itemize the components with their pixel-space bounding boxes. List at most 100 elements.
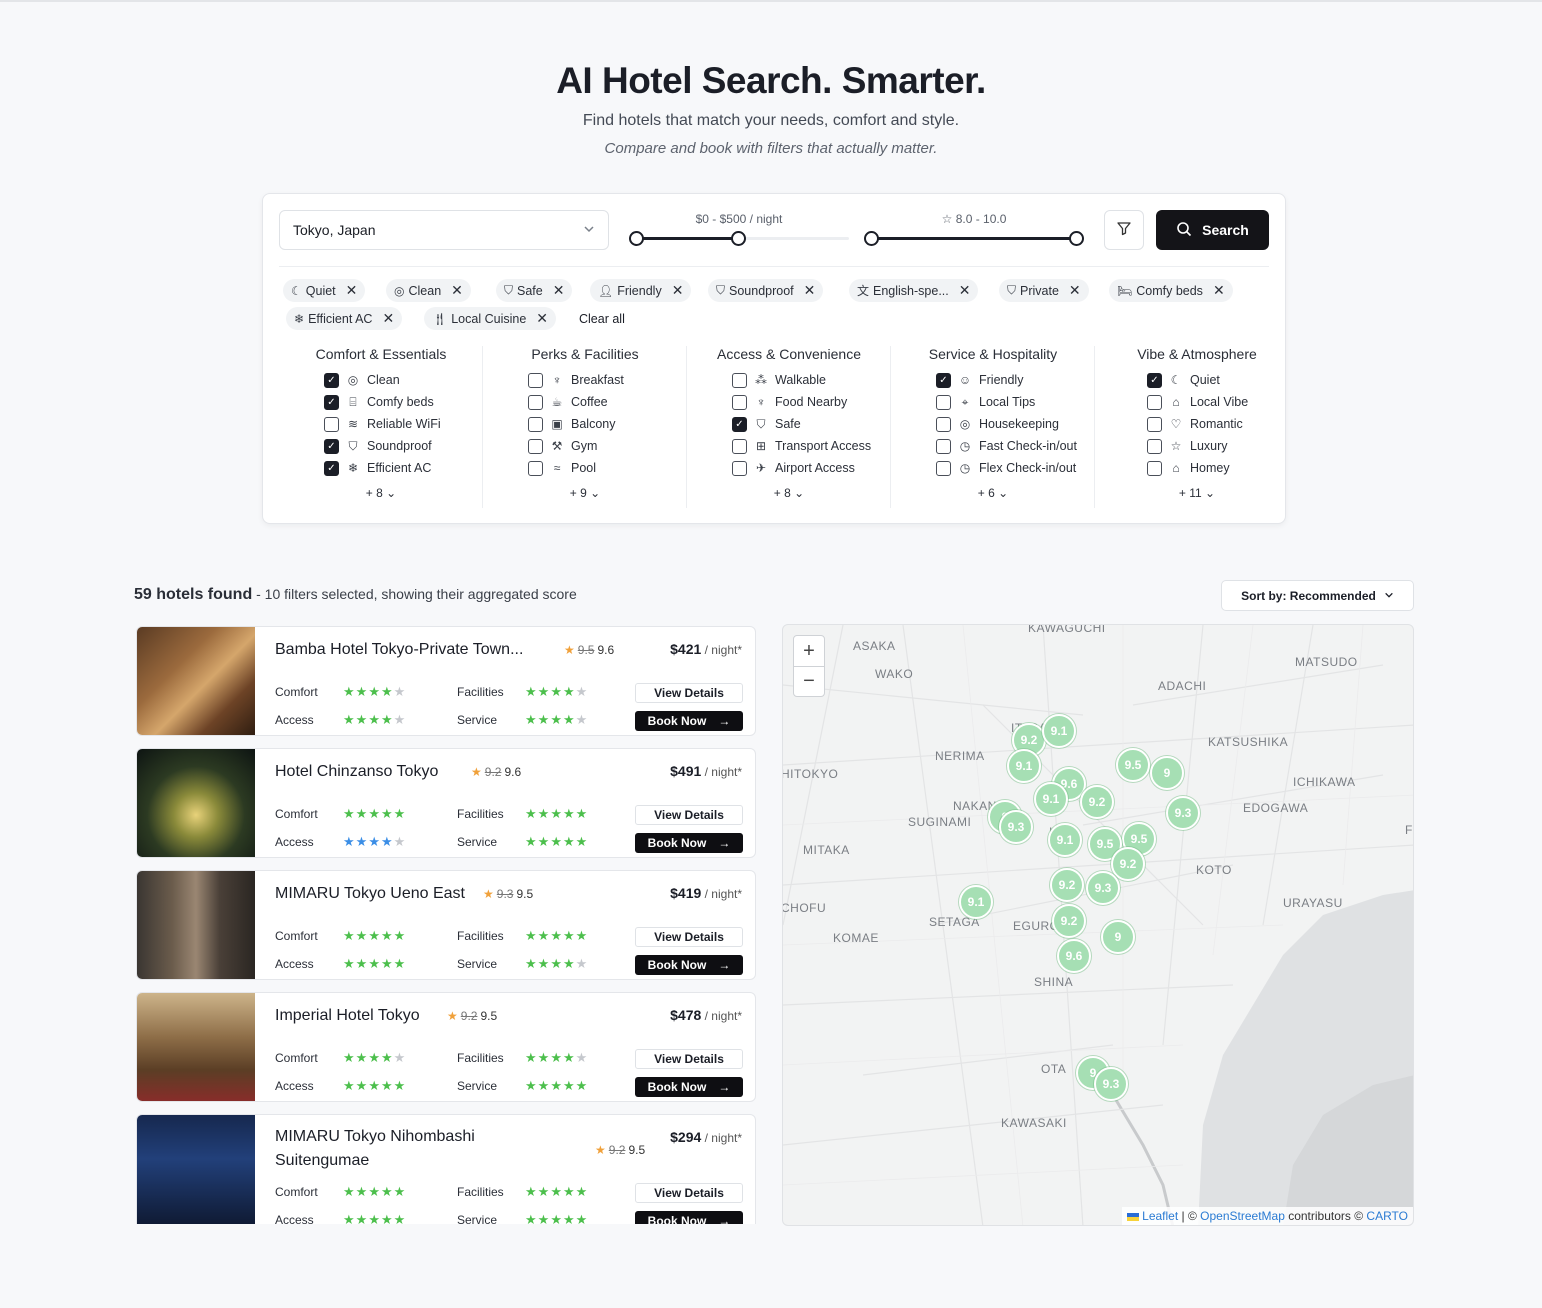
filter-option[interactable]: ≈ Pool: [483, 457, 687, 479]
view-details-button[interactable]: View Details: [635, 683, 743, 703]
checkbox[interactable]: ✓: [936, 372, 951, 388]
close-icon[interactable]: ✕: [1069, 282, 1081, 299]
checkbox[interactable]: [528, 372, 543, 388]
filter-button[interactable]: [1104, 210, 1144, 250]
filter-option[interactable]: ▣ Balcony: [483, 413, 687, 435]
checkbox[interactable]: [324, 416, 339, 432]
map-marker[interactable]: 9.2: [1080, 785, 1114, 819]
clear-all-link[interactable]: Clear all: [579, 312, 625, 326]
map-marker[interactable]: 9.2: [1111, 847, 1145, 881]
chip-comfy-beds[interactable]: 🛏︎ Comfy beds ✕: [1109, 279, 1233, 302]
carto-link[interactable]: CARTO: [1366, 1209, 1408, 1223]
filter-option[interactable]: ✓ ⌸ Comfy beds: [279, 391, 483, 413]
book-now-button[interactable]: Book Now →: [635, 1211, 743, 1224]
filter-option[interactable]: ✓ ⛉ Soundproof: [279, 435, 483, 457]
filter-option[interactable]: ⌂ Local Vibe: [1095, 391, 1299, 413]
filter-option[interactable]: ⌂ Homey: [1095, 457, 1299, 479]
filter-option[interactable]: ≋ Reliable WiFi: [279, 413, 483, 435]
hotel-name[interactable]: Bamba Hotel Tokyo-Private Town...: [275, 641, 560, 659]
chip-safe[interactable]: ⛉ Safe ✕: [496, 279, 573, 302]
checkbox[interactable]: ✓: [324, 372, 339, 388]
checkbox[interactable]: [1147, 394, 1162, 410]
checkbox[interactable]: [1147, 460, 1162, 476]
filter-option[interactable]: ✓ ☾ Quiet: [1095, 369, 1299, 391]
checkbox[interactable]: ✓: [324, 394, 339, 410]
map-marker[interactable]: 9.6: [1057, 939, 1091, 973]
checkbox[interactable]: ✓: [732, 416, 747, 432]
map-marker[interactable]: 9.3: [1166, 796, 1200, 830]
rating-max-handle[interactable]: [1069, 231, 1084, 246]
show-more-button[interactable]: + 8 ⌄: [279, 486, 483, 500]
checkbox[interactable]: [936, 460, 951, 476]
map-marker[interactable]: 9.1: [1034, 782, 1068, 816]
hotel-card[interactable]: Hotel Chinzanso Tokyo ★ 9.2 9.6 $491 / nig…: [136, 748, 756, 858]
map-marker[interactable]: 9.1: [1048, 823, 1082, 857]
rating-slider[interactable]: ☆ 8.0 - 10.0: [864, 212, 1084, 252]
filter-option[interactable]: ✈︎ Airport Access: [687, 457, 891, 479]
checkbox[interactable]: ✓: [324, 460, 339, 476]
filter-option[interactable]: ◎ Housekeeping: [891, 413, 1095, 435]
chip-soundproof[interactable]: ⛉ Soundproof ✕: [708, 279, 824, 302]
book-now-button[interactable]: Book Now →: [635, 955, 743, 975]
hotel-card[interactable]: MIMARU Tokyo Ueno East ★ 9.3 9.5 $419 / ni…: [136, 870, 756, 980]
zoom-out-button[interactable]: −: [794, 666, 824, 696]
close-icon[interactable]: ✕: [672, 282, 684, 299]
hotel-card[interactable]: Imperial Hotel Tokyo ★ 9.2 9.5 $478 / nigh…: [136, 992, 756, 1102]
chip-private[interactable]: ⛉ Private ✕: [999, 279, 1089, 302]
hotel-list[interactable]: Bamba Hotel Tokyo-Private Town... ★ 9.5 9.…: [136, 626, 756, 1224]
map[interactable]: + − KAWAGUCHIASAKAWAKOMATSUDOADACHIITABA…: [782, 624, 1414, 1226]
search-button[interactable]: Search: [1156, 210, 1269, 250]
checkbox[interactable]: [936, 394, 951, 410]
book-now-button[interactable]: Book Now →: [635, 833, 743, 853]
checkbox[interactable]: [528, 438, 543, 454]
close-icon[interactable]: ✕: [382, 310, 394, 327]
price-slider[interactable]: $0 - $500 / night: [629, 212, 849, 252]
filter-option[interactable]: ◷ Fast Check-in/out: [891, 435, 1095, 457]
checkbox[interactable]: [1147, 416, 1162, 432]
hotel-name[interactable]: MIMARU Tokyo Nihombashi Suitengumae: [275, 1125, 515, 1173]
show-more-button[interactable]: + 9 ⌄: [483, 486, 687, 500]
hotel-photo[interactable]: [137, 749, 255, 857]
filter-option[interactable]: ⊞ Transport Access: [687, 435, 891, 457]
zoom-in-button[interactable]: +: [794, 636, 824, 666]
filter-option[interactable]: ♆ Breakfast: [483, 369, 687, 391]
chip-clean[interactable]: ◎ Clean ✕: [386, 279, 471, 302]
filter-option[interactable]: ☕︎ Coffee: [483, 391, 687, 413]
close-icon[interactable]: ✕: [1213, 282, 1225, 299]
map-marker[interactable]: 9: [1150, 756, 1184, 790]
checkbox[interactable]: [732, 438, 747, 454]
checkbox[interactable]: [936, 416, 951, 432]
filter-option[interactable]: ⌖ Local Tips: [891, 391, 1095, 413]
filter-option[interactable]: ✓ ☺ Friendly: [891, 369, 1095, 391]
checkbox[interactable]: [528, 460, 543, 476]
map-marker[interactable]: 9: [1101, 920, 1135, 954]
price-min-handle[interactable]: [629, 231, 644, 246]
view-details-button[interactable]: View Details: [635, 1049, 743, 1069]
sort-dropdown[interactable]: Sort by: Recommended: [1221, 580, 1414, 611]
checkbox[interactable]: ✓: [324, 438, 339, 454]
chip-efficient-ac[interactable]: ❄ Efficient AC ✕: [286, 307, 403, 330]
view-details-button[interactable]: View Details: [635, 1183, 743, 1203]
close-icon[interactable]: ✕: [804, 282, 816, 299]
hotel-photo[interactable]: [137, 871, 255, 979]
filter-option[interactable]: ✓ ❄ Efficient AC: [279, 457, 483, 479]
checkbox[interactable]: [732, 394, 747, 410]
filter-option[interactable]: ✓ ⛉ Safe: [687, 413, 891, 435]
show-more-button[interactable]: + 6 ⌄: [891, 486, 1095, 500]
map-marker[interactable]: 9.5: [1116, 748, 1150, 782]
chip-quiet[interactable]: ☾ Quiet ✕: [283, 279, 366, 302]
filter-option[interactable]: ✓ ◎ Clean: [279, 369, 483, 391]
map-marker[interactable]: 9.2: [1050, 868, 1084, 902]
checkbox[interactable]: [732, 460, 747, 476]
checkbox[interactable]: [1147, 438, 1162, 454]
map-marker[interactable]: 9.3: [1094, 1067, 1128, 1101]
location-select[interactable]: Tokyo, Japan: [279, 210, 609, 250]
map-marker[interactable]: 9.2: [1052, 904, 1086, 938]
filter-option[interactable]: ☆ Luxury: [1095, 435, 1299, 457]
filter-option[interactable]: ⁂ Walkable: [687, 369, 891, 391]
chip-local-cuisine[interactable]: 🍴︎ Local Cuisine ✕: [424, 307, 557, 330]
close-icon[interactable]: ✕: [959, 282, 971, 299]
filter-option[interactable]: ⚒ Gym: [483, 435, 687, 457]
leaflet-link[interactable]: Leaflet: [1142, 1209, 1178, 1223]
chip-english-speaking[interactable]: 文 English-spe... ✕: [849, 279, 979, 302]
